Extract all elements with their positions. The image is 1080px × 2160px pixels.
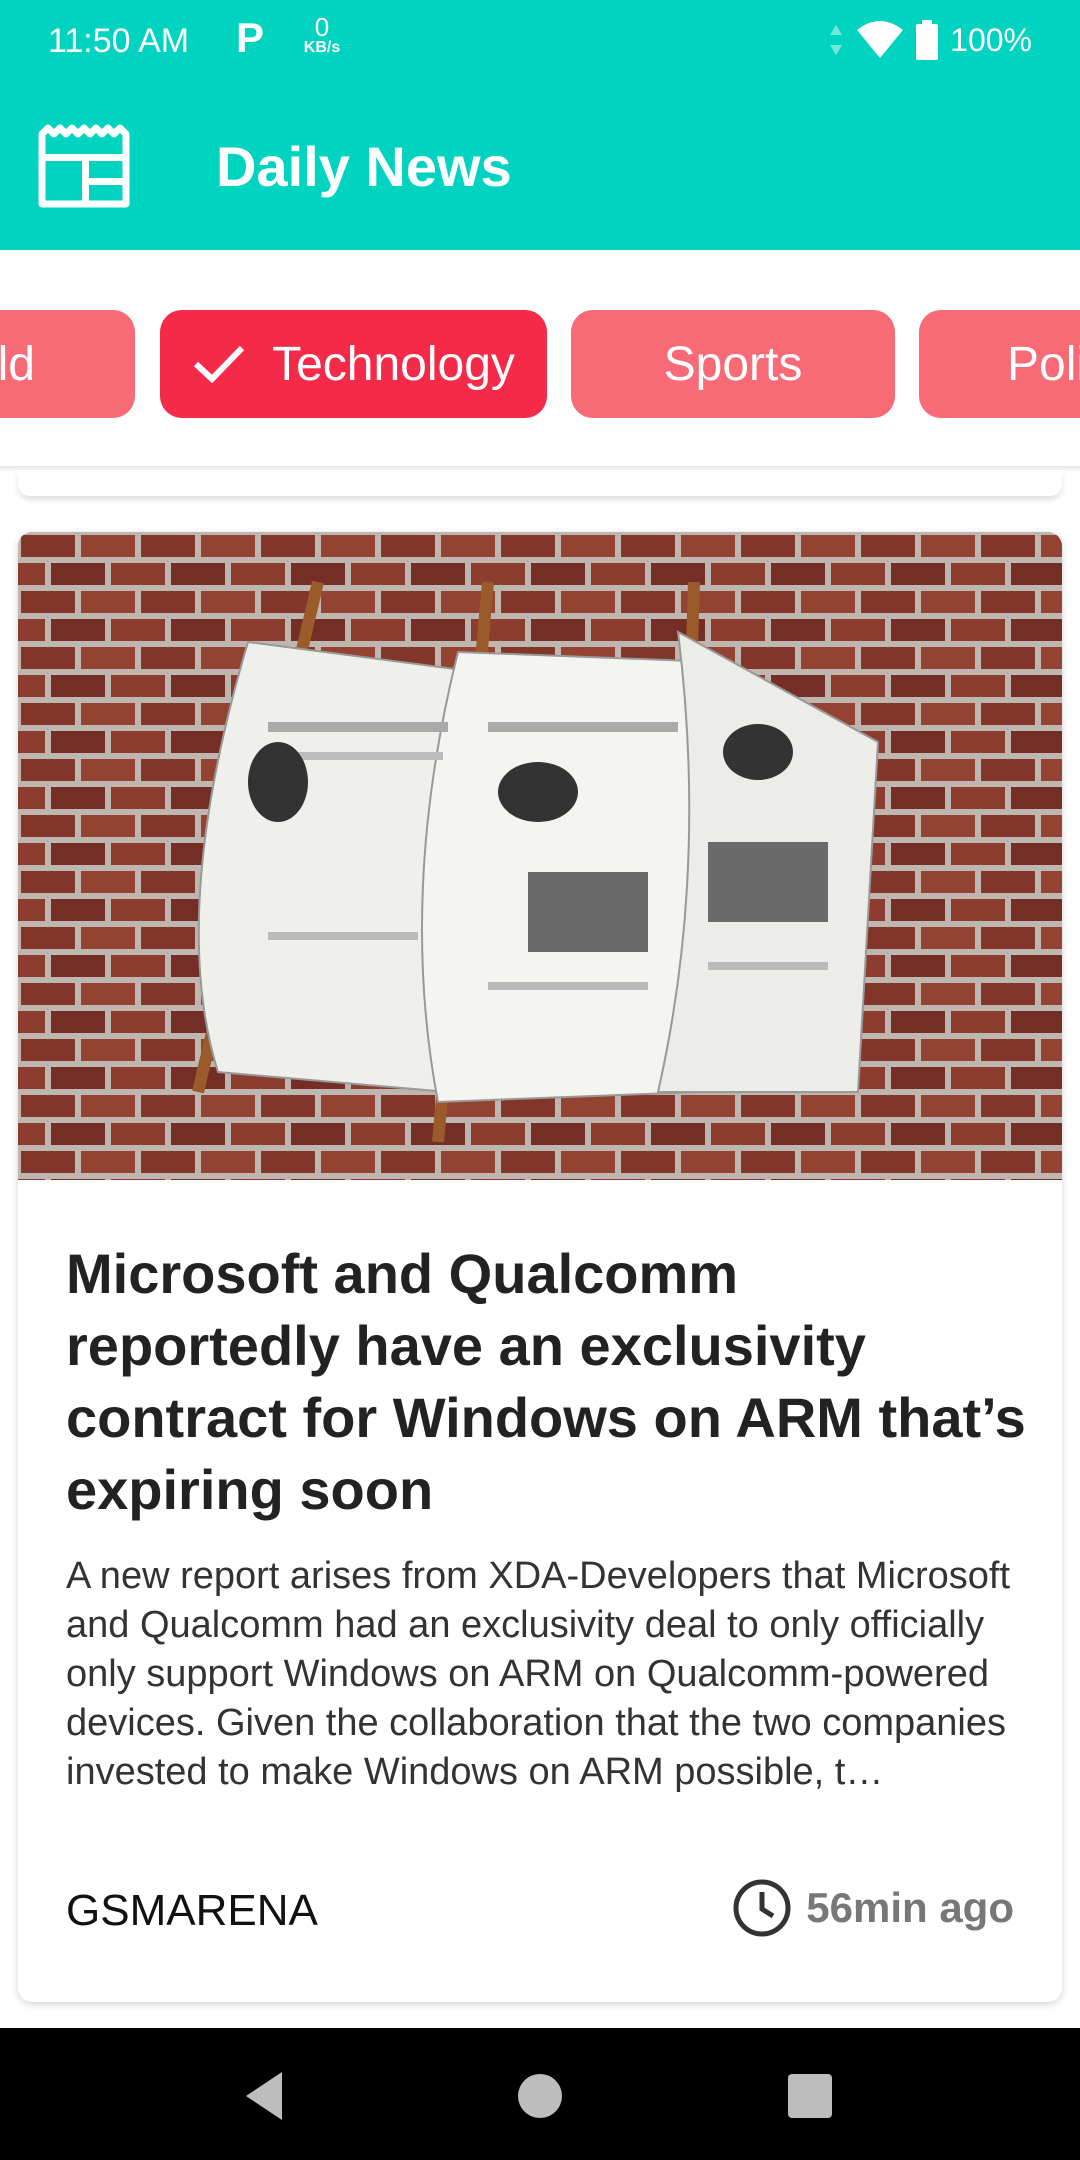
newspaper-icon	[38, 124, 130, 208]
navigation-bar	[0, 2028, 1080, 2160]
chip-label: ld	[0, 337, 35, 391]
status-bar: 11:50 AM P 0 KB/s 100%	[0, 0, 1080, 84]
article-image	[18, 532, 1062, 1180]
chip-label: Poli	[1007, 337, 1080, 391]
chip-politics[interactable]: Poli	[919, 310, 1080, 418]
data-activity-icon	[830, 25, 843, 55]
network-speed-unit: KB/s	[303, 39, 341, 56]
battery-icon	[916, 20, 939, 60]
wifi-icon	[857, 21, 904, 58]
clock-icon	[733, 1879, 791, 1937]
article-card[interactable]: Microsoft and Qualcomm reportedly have a…	[18, 532, 1062, 2002]
back-icon[interactable]	[236, 2066, 296, 2126]
article-source: GSMARENA	[66, 1886, 318, 1935]
chip-technology[interactable]: Technology	[160, 310, 547, 418]
battery-percent: 100%	[950, 21, 1032, 58]
category-chips: ld Technology Sports Poli	[0, 250, 1080, 466]
chip-label: Technology	[272, 337, 515, 391]
chip-sports[interactable]: Sports	[571, 310, 895, 418]
article-description: A new report arises from XDA-Developers …	[66, 1555, 1011, 1793]
network-speed-value: 0	[314, 12, 330, 42]
recents-icon[interactable]	[780, 2066, 840, 2126]
parking-notification-icon: P	[236, 14, 265, 61]
chip-label: Sports	[663, 337, 803, 391]
check-icon	[194, 345, 245, 384]
home-icon[interactable]	[510, 2066, 570, 2126]
app-title: Daily News	[216, 135, 512, 198]
network-speed: 0 KB/s	[298, 14, 346, 56]
article-title: Microsoft and Qualcomm reportedly have a…	[66, 1242, 1026, 1521]
previous-card-edge[interactable]	[18, 470, 1062, 496]
app-bar: Daily News	[0, 84, 1080, 250]
status-time: 11:50 AM	[48, 22, 190, 60]
article-time-ago: 56min ago	[806, 1884, 1014, 1931]
status-icons: 100%	[828, 20, 1032, 60]
article-time: 56min ago	[732, 1878, 1014, 1938]
chip-world[interactable]: ld	[0, 310, 135, 418]
